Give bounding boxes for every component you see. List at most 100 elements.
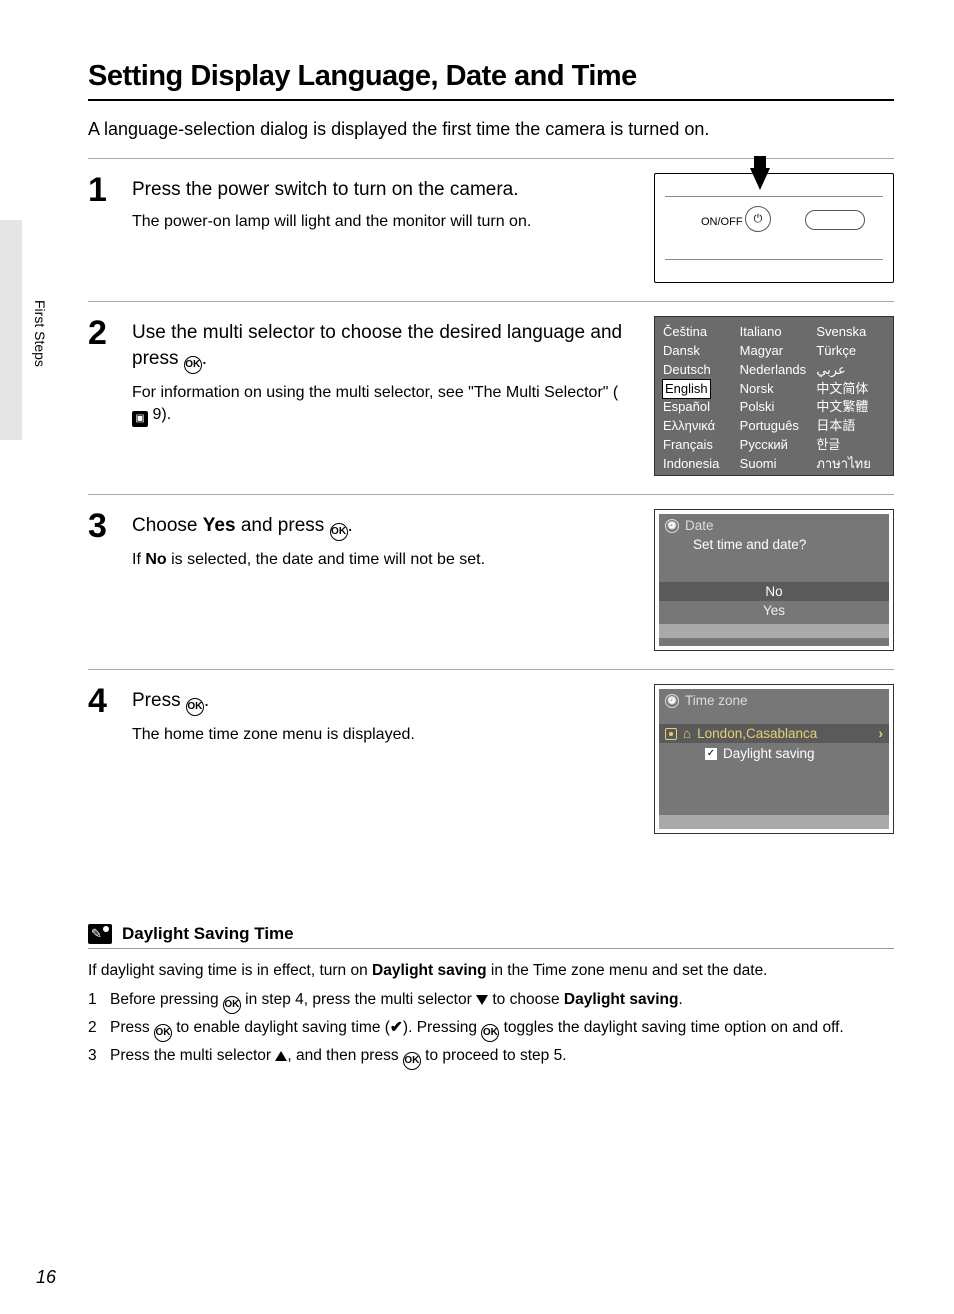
text: is selected, the date and time will not … — [167, 551, 485, 568]
step-2-title: Use the multi selector to choose the des… — [132, 320, 630, 374]
text: to enable daylight saving time ( — [172, 1019, 390, 1036]
chevron-right-icon: › — [879, 726, 884, 741]
checkbox-icon: ✓ — [705, 748, 717, 760]
triangle-down-icon — [476, 995, 488, 1005]
text: . — [348, 515, 353, 536]
step-number: 4 — [88, 684, 116, 718]
lang-item: Magyar — [740, 342, 809, 361]
ok-icon: OK — [481, 1024, 499, 1042]
lang-item: Türkçe — [816, 342, 885, 361]
text: , and then press — [287, 1047, 402, 1064]
note-list-item: 2 Press OK to enable daylight saving tim… — [88, 1016, 894, 1042]
lang-item: Русский — [740, 436, 809, 455]
text: . — [204, 690, 209, 711]
list-number: 3 — [88, 1044, 102, 1070]
divider — [88, 494, 894, 495]
text: Choose — [132, 515, 203, 536]
text: For information on using the multi selec… — [132, 384, 618, 401]
step-3-desc: If No is selected, the date and time wil… — [132, 549, 630, 571]
dialog-question: Set time and date? — [693, 537, 883, 552]
step-4-figure: 🕘Time zone ⌂ London,Casablanca › ✓ Dayli… — [654, 684, 894, 834]
step-1: 1 Press the power switch to turn on the … — [88, 173, 894, 283]
side-shade — [0, 220, 22, 440]
lang-item-selected: English — [663, 380, 710, 399]
step-1-desc: The power-on lamp will light and the mon… — [132, 211, 630, 233]
step-number: 2 — [88, 316, 116, 350]
step-number: 3 — [88, 509, 116, 543]
dialog-option-yes: Yes — [665, 601, 883, 620]
dialog-header: Date — [685, 518, 714, 533]
text: Before pressing — [110, 991, 223, 1008]
check-icon: ✔ — [390, 1019, 403, 1036]
text: Press — [132, 690, 186, 711]
record-icon — [665, 728, 677, 740]
arrow-down-icon — [750, 168, 770, 190]
lang-item: Norsk — [740, 380, 809, 399]
text: in step 4, press the multi selector — [241, 991, 476, 1008]
onoff-label: ON/OFF — [701, 216, 743, 228]
lang-item: Dansk — [663, 342, 732, 361]
lang-item: Português — [740, 417, 809, 436]
step-4-title: Press OK. — [132, 688, 630, 716]
divider — [88, 158, 894, 159]
step-1-figure: ON/OFF ⏻ — [654, 173, 894, 283]
text-bold: No — [145, 551, 166, 568]
text: If daylight saving time is in effect, tu… — [88, 962, 372, 979]
ok-icon: OK — [403, 1052, 421, 1070]
lang-item: ภาษาไทย — [816, 455, 885, 474]
step-2-desc: For information on using the multi selec… — [132, 382, 630, 427]
lang-item: Español — [663, 398, 732, 417]
clock-icon: 🕘 — [665, 519, 679, 533]
lang-item: عربي — [816, 361, 885, 380]
text-bold: Yes — [203, 515, 236, 536]
lang-item: 日本語 — [816, 417, 885, 436]
step-number: 1 — [88, 173, 116, 207]
ok-icon: OK — [154, 1024, 172, 1042]
chapter-tab: First Steps — [32, 300, 48, 367]
note-icon: ✎ — [88, 924, 112, 944]
note-box: ✎ Daylight Saving Time If daylight savin… — [88, 924, 894, 1070]
lang-item: Nederlands — [740, 361, 809, 380]
triangle-up-icon — [275, 1051, 287, 1061]
lang-item: Čeština — [663, 323, 732, 342]
timezone-value: London,Casablanca — [697, 726, 872, 741]
ok-icon: OK — [223, 996, 241, 1014]
divider — [88, 948, 894, 949]
ok-icon: OK — [184, 356, 202, 374]
note-list-item: 3 Press the multi selector , and then pr… — [88, 1044, 894, 1070]
list-number: 2 — [88, 1016, 102, 1042]
lang-item: Ελληνικά — [663, 417, 732, 436]
step-3-figure: 🕘 Date Set time and date? No Yes — [654, 509, 894, 651]
lang-item: 中文繁體 — [816, 398, 885, 417]
list-number: 1 — [88, 988, 102, 1014]
text: Press the multi selector — [110, 1047, 275, 1064]
text: and press — [236, 515, 330, 536]
page-title: Setting Display Language, Date and Time — [88, 60, 894, 93]
lang-item: Deutsch — [663, 361, 732, 380]
title-underline — [88, 99, 894, 101]
text: ). Pressing — [403, 1019, 481, 1036]
note-title: Daylight Saving Time — [122, 924, 294, 944]
text-bold: Daylight saving — [372, 962, 487, 979]
text: to proceed to step 5. — [421, 1047, 567, 1064]
divider — [88, 669, 894, 670]
ok-icon: OK — [330, 523, 348, 541]
text: . — [202, 348, 207, 369]
lang-item: Indonesia — [663, 455, 732, 474]
note-list-item: 1 Before pressing OK in step 4, press th… — [88, 988, 894, 1014]
page-number: 16 — [36, 1267, 56, 1288]
text-bold: Daylight saving — [564, 991, 679, 1008]
text: in the Time zone menu and set the date. — [487, 962, 768, 979]
lang-item: 한글 — [816, 436, 885, 455]
dialog-header: Time zone — [685, 693, 748, 708]
home-icon: ⌂ — [683, 726, 691, 741]
lang-item: Suomi — [740, 455, 809, 474]
dialog-option-no: No — [659, 582, 889, 601]
text: toggles the daylight saving time option … — [499, 1019, 843, 1036]
dialog-footer — [659, 815, 889, 829]
text: ). — [161, 406, 171, 423]
dialog-footer — [659, 624, 889, 638]
divider — [88, 301, 894, 302]
daylight-saving-label: Daylight saving — [723, 746, 815, 761]
text: . — [678, 991, 682, 1008]
